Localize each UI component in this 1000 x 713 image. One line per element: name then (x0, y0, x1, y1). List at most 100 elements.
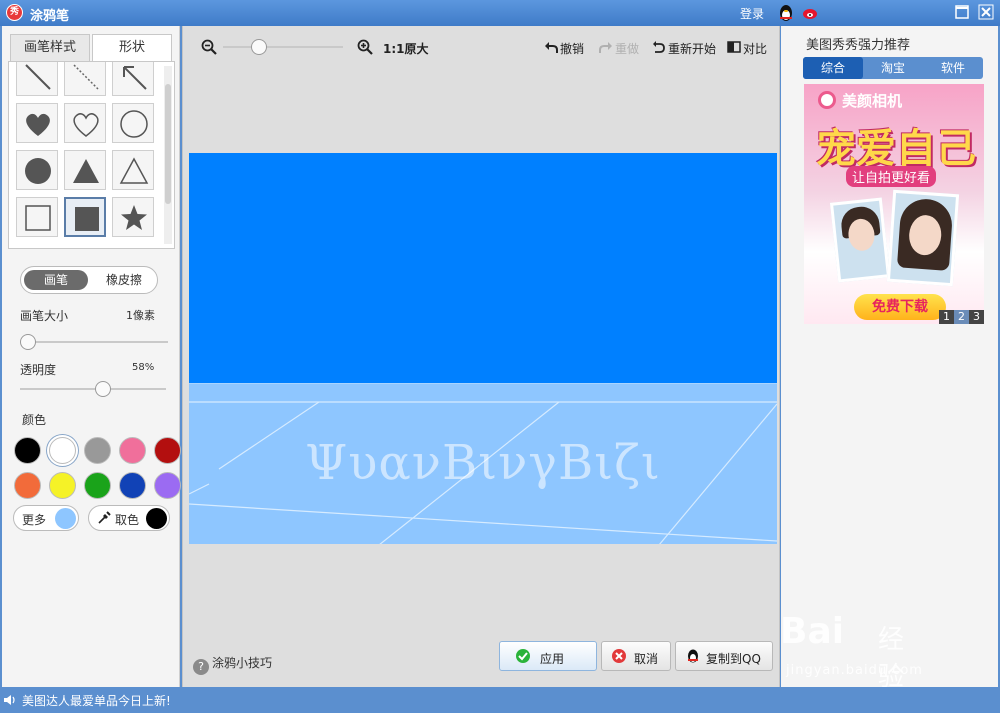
color-swatch[interactable] (119, 472, 146, 499)
apply-button[interactable]: 应用 (499, 641, 597, 671)
ad-page-2[interactable]: 2 (954, 310, 969, 324)
brush-eraser-toggle: 画笔 橡皮擦 (20, 266, 158, 294)
apply-label: 应用 (540, 652, 565, 666)
shape-circle-filled[interactable] (16, 150, 58, 190)
zoom-in-icon[interactable] (357, 39, 373, 55)
zoom-knob[interactable] (251, 39, 267, 55)
circle-outline-icon (120, 110, 148, 138)
restart-icon (653, 41, 665, 53)
help-icon: ? (193, 659, 209, 675)
redo-icon (599, 42, 612, 53)
slider-track (20, 388, 166, 390)
qq-penguin-icon[interactable] (778, 4, 794, 22)
brush-size-label: 画笔大小 (20, 309, 69, 323)
brush-size-value: 1像素 (126, 309, 155, 322)
speaker-icon (4, 695, 15, 705)
tab-taobao[interactable]: 淘宝 (863, 57, 923, 79)
check-icon (516, 649, 530, 663)
picked-color-dot (146, 508, 167, 529)
brush-size-slider[interactable] (20, 334, 168, 350)
color-swatch[interactable] (14, 437, 41, 464)
shape-triangle-filled[interactable] (64, 150, 106, 190)
weibo-icon[interactable] (802, 5, 819, 20)
close-button[interactable] (978, 4, 994, 20)
login-link[interactable]: 登录 (740, 5, 764, 22)
actual-size-button[interactable]: 1:1原大 (383, 40, 429, 57)
scrollbar-thumb[interactable] (165, 84, 171, 204)
shape-arrow[interactable] (112, 62, 154, 96)
ad-banner[interactable]: 美颜相机 宠爱自己 让自拍更好看 免费下载 1 2 3 (804, 84, 984, 324)
canvas-area: 1:1原大 撤销 重做 重新开始 对比 ΨυανΒινγΒιζι ? 涂鸦小技巧 … (182, 26, 780, 687)
copy-to-qq-label: 复制到QQ (706, 652, 761, 666)
shape-circle-outline[interactable] (112, 103, 154, 143)
app-logo-icon: 秀 (6, 4, 23, 21)
zoom-out-icon[interactable] (201, 39, 217, 55)
beauty-camera-icon (818, 91, 836, 109)
ad-brand: 美颜相机 (842, 92, 903, 110)
drawing-canvas[interactable]: ΨυανΒινγΒιζι (189, 153, 777, 544)
tab-brush-style[interactable]: 画笔样式 (10, 34, 90, 62)
shape-list (8, 61, 175, 249)
tab-all[interactable]: 综合 (803, 57, 863, 79)
shape-line[interactable] (16, 62, 58, 96)
color-swatch[interactable] (84, 437, 111, 464)
undo-button[interactable]: 撤销 (560, 40, 584, 57)
status-message[interactable]: 美图达人最爱单品今日上新! (22, 692, 171, 709)
color-label: 颜色 (22, 413, 47, 427)
ad-photo-right (886, 189, 960, 287)
shape-square-filled[interactable] (64, 197, 106, 237)
tips-link[interactable]: ? 涂鸦小技巧 (193, 654, 272, 675)
tab-shapes[interactable]: 形状 (92, 34, 172, 62)
right-panel: 美图秀秀强力推荐 综合 淘宝 软件 美颜相机 宠爱自己 让自拍更好看 免费下载 … (781, 26, 998, 687)
compare-icon (727, 41, 741, 53)
current-color-dot (55, 508, 76, 529)
watermark-cn: 经验 (878, 625, 905, 692)
restart-button[interactable]: 重新开始 (668, 40, 716, 57)
redo-button[interactable]: 重做 (615, 40, 639, 57)
heart-filled-icon (26, 113, 50, 136)
shape-scrollbar[interactable] (164, 66, 172, 244)
zoom-slider[interactable] (223, 39, 343, 55)
color-swatch[interactable] (84, 472, 111, 499)
square-filled-icon (75, 207, 99, 231)
canvas-watermark-text: ΨυανΒινγΒιζι (305, 435, 661, 491)
shape-heart-filled[interactable] (16, 103, 58, 143)
status-bar: 美图达人最爱单品今日上新! Bai 经验 jingyan.baidu.com (0, 611, 1000, 713)
cancel-label: 取消 (634, 652, 659, 666)
opacity-label: 透明度 (20, 363, 57, 377)
shape-square-outline[interactable] (16, 197, 58, 237)
eraser-mode-button[interactable]: 橡皮擦 (93, 270, 155, 290)
slider-track (223, 46, 343, 48)
shape-heart-outline[interactable] (64, 103, 106, 143)
watermark-url: jingyan.baidu.com (786, 663, 923, 678)
slider-knob[interactable] (95, 381, 111, 397)
ad-page-1[interactable]: 1 (939, 310, 954, 324)
color-picker-button[interactable]: 取色 (88, 505, 170, 531)
color-swatch[interactable] (154, 437, 181, 464)
tab-software[interactable]: 软件 (923, 57, 983, 79)
square-outline-icon (25, 205, 51, 231)
ad-download-button[interactable]: 免费下载 (854, 294, 946, 320)
copy-to-qq-button[interactable]: 复制到QQ (675, 641, 773, 671)
eyedropper-icon (98, 511, 111, 524)
color-swatch[interactable] (49, 472, 76, 499)
more-colors-button[interactable]: 更多 (13, 505, 79, 531)
shape-dashed-line[interactable] (64, 62, 106, 96)
compare-button[interactable]: 对比 (743, 40, 767, 57)
arrow-icon (123, 66, 147, 90)
shape-triangle-outline[interactable] (112, 150, 154, 190)
tips-label: 涂鸦小技巧 (212, 656, 273, 670)
slider-knob[interactable] (20, 334, 36, 350)
color-swatch[interactable] (119, 437, 146, 464)
maximize-button[interactable] (954, 4, 970, 20)
undo-icon (545, 42, 558, 53)
brush-mode-button[interactable]: 画笔 (24, 270, 88, 290)
triangle-filled-icon (73, 159, 99, 183)
color-swatch[interactable] (154, 472, 181, 499)
color-swatch[interactable] (14, 472, 41, 499)
color-swatch[interactable] (49, 437, 76, 464)
opacity-slider[interactable] (20, 381, 166, 397)
ad-page-3[interactable]: 3 (969, 310, 984, 324)
cancel-button[interactable]: 取消 (601, 641, 671, 671)
shape-star[interactable] (112, 197, 154, 237)
